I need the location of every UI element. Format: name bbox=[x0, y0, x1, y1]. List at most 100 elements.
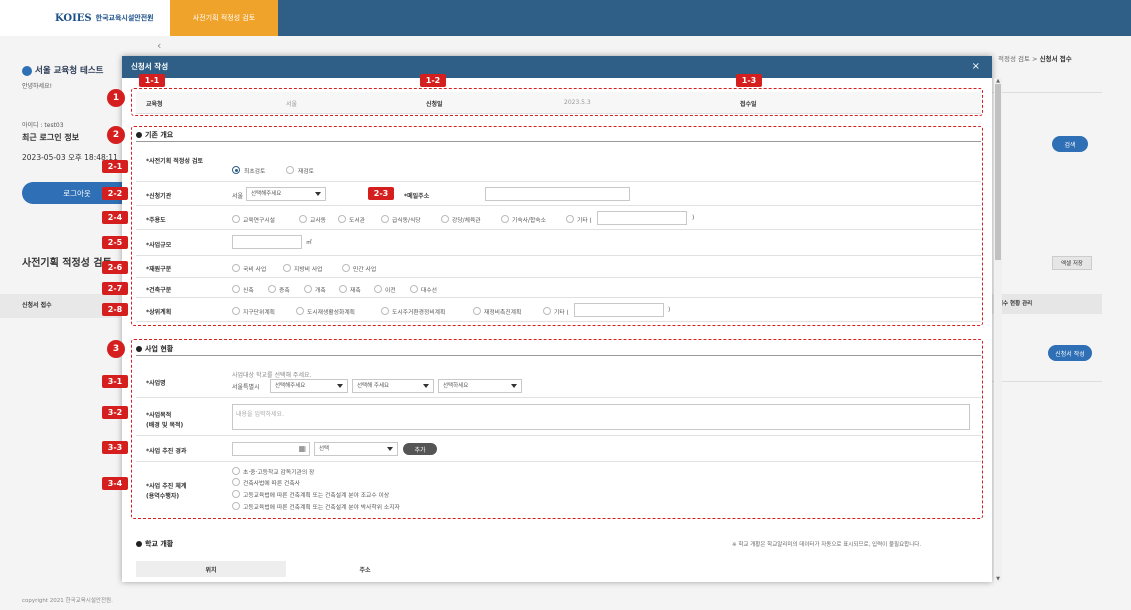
progress-select[interactable]: 선택 bbox=[314, 442, 398, 456]
last-login-label: 최근 로그인 정보 bbox=[22, 133, 80, 142]
org-select[interactable]: 선택해주세요 bbox=[246, 187, 326, 201]
biz-select-1[interactable]: 선택해주세요 bbox=[270, 379, 348, 393]
add-button[interactable]: 추가 bbox=[403, 443, 437, 455]
annotation-box-1 bbox=[131, 88, 983, 116]
purpose-textarea[interactable]: 내용을 입력하세요. bbox=[232, 404, 970, 430]
annotation-badge-2-1: 2-1 bbox=[102, 160, 128, 173]
logo[interactable]: KOIES 한국교육시설안전원 bbox=[0, 0, 170, 36]
plan-opt-radio[interactable] bbox=[232, 307, 240, 315]
build-opt-radio[interactable] bbox=[268, 285, 276, 293]
plan-opt-radio[interactable] bbox=[543, 307, 551, 315]
calendar-icon[interactable]: ▦ bbox=[298, 444, 306, 453]
fund-opt-radio[interactable] bbox=[232, 264, 240, 272]
chevron-down-icon bbox=[511, 384, 517, 388]
use-opt-radio[interactable] bbox=[566, 215, 574, 223]
radio-first-review[interactable] bbox=[232, 166, 240, 174]
search-button[interactable]: 검색 bbox=[1052, 136, 1088, 152]
left-panel: 서울 교육청 테스트 안녕하세요! 아이디 : test03 최근 로그인 정보… bbox=[0, 36, 132, 610]
plan-opt-label: 기타 ( bbox=[554, 310, 569, 316]
build-opt-radio[interactable] bbox=[410, 285, 418, 293]
annotation-badge-3-2: 3-2 bbox=[102, 406, 128, 419]
modal-scrollbar[interactable]: ▲ ▼ bbox=[994, 78, 1002, 582]
purpose-label: *사업목적 bbox=[146, 412, 172, 419]
fund-label: *재원구분 bbox=[146, 266, 172, 273]
right-background: 적정성 검토 > 신청서 접수 검색 엑셀 저장 접수 현황 관리 신청서 작성 bbox=[992, 36, 1131, 610]
chevron-down-icon bbox=[337, 384, 343, 388]
chevron-down-icon bbox=[387, 447, 393, 451]
top-tab-prereview[interactable]: 사전기획 적정성 검토 bbox=[170, 0, 278, 36]
re-review-label: 재검토 bbox=[298, 169, 314, 175]
divider bbox=[992, 381, 1102, 382]
biz-name-hint: 사업대상 학교를 선택해 주세요. bbox=[232, 372, 312, 379]
plan-opt-radio[interactable] bbox=[381, 307, 389, 315]
annotation-badge-2-2: 2-2 bbox=[102, 187, 128, 200]
scale-label: *사업규모 bbox=[146, 242, 172, 249]
email-label: *메일주소 bbox=[404, 193, 430, 200]
fund-opt-label: 지방비 사업 bbox=[294, 267, 323, 273]
table-header: 접수 현황 관리 bbox=[992, 294, 1102, 314]
build-opt-radio[interactable] bbox=[232, 285, 240, 293]
plan-other-input[interactable] bbox=[574, 303, 664, 317]
build-label: *건축구분 bbox=[146, 287, 172, 294]
annotation-badge-3: 3 bbox=[107, 340, 125, 358]
annotation-badge-3-1: 3-1 bbox=[102, 375, 128, 388]
biz-select-3[interactable]: 선택하세요 bbox=[438, 379, 522, 393]
use-opt-radio[interactable] bbox=[338, 215, 346, 223]
annotation-badge-1-2: 1-2 bbox=[420, 74, 446, 87]
use-opt-radio[interactable] bbox=[501, 215, 509, 223]
biz-select-3-value: 선택하세요 bbox=[443, 383, 469, 389]
divider bbox=[992, 92, 1102, 93]
build-opt-radio[interactable] bbox=[339, 285, 347, 293]
modal-header: 신청서 작성 bbox=[122, 56, 992, 78]
annotation-badge-1-3: 1-3 bbox=[736, 74, 762, 87]
annotation-badge-2-7: 2-7 bbox=[102, 282, 128, 295]
plan-opt-radio[interactable] bbox=[473, 307, 481, 315]
purpose-placeholder: 내용을 입력하세요. bbox=[236, 411, 284, 418]
system-opt-radio[interactable] bbox=[232, 467, 240, 475]
plan-opt-label: 도시주거환경정비계획 bbox=[392, 310, 446, 316]
fund-opt-radio[interactable] bbox=[342, 264, 350, 272]
use-opt-radio[interactable] bbox=[299, 215, 307, 223]
chevron-down-icon bbox=[315, 192, 321, 196]
row-review bbox=[136, 142, 981, 182]
breadcrumb-parent[interactable]: 적정성 검토 > bbox=[998, 55, 1037, 63]
chevron-down-icon bbox=[423, 384, 429, 388]
use-opt-radio[interactable] bbox=[381, 215, 389, 223]
progress-select-value: 선택 bbox=[319, 446, 330, 452]
annotation-badge-1: 1 bbox=[107, 89, 125, 107]
system-opt-radio[interactable] bbox=[232, 490, 240, 498]
system-opt-radio[interactable] bbox=[232, 502, 240, 510]
write-application-button[interactable]: 신청서 작성 bbox=[1048, 345, 1092, 361]
plan-close-paren: ) bbox=[668, 307, 671, 313]
use-opt-label: 교사동 bbox=[310, 218, 326, 224]
org-title-text: 서울 교육청 테스트 bbox=[35, 66, 104, 76]
email-input[interactable] bbox=[485, 187, 630, 201]
modal-title: 신청서 작성 bbox=[131, 62, 169, 71]
copyright: copyright 2021 한국교육시설안전원. bbox=[22, 598, 113, 604]
use-opt-label: 교육연구시설 bbox=[243, 218, 275, 224]
biz-select-2[interactable]: 선택해 주세요 bbox=[352, 379, 434, 393]
use-other-input[interactable] bbox=[597, 211, 687, 225]
system-opt-radio[interactable] bbox=[232, 478, 240, 486]
build-opt-radio[interactable] bbox=[304, 285, 312, 293]
close-icon[interactable]: × bbox=[972, 56, 980, 78]
use-label: *주용도 bbox=[146, 217, 166, 224]
progress-date-input[interactable]: ▦ bbox=[232, 442, 310, 456]
radio-re-review[interactable] bbox=[286, 166, 294, 174]
scroll-down-icon[interactable]: ▼ bbox=[994, 576, 1002, 582]
excel-button[interactable]: 엑셀 저장 bbox=[1052, 256, 1092, 270]
collapse-icon[interactable]: ‹ bbox=[157, 39, 161, 52]
fund-opt-radio[interactable] bbox=[283, 264, 291, 272]
plan-opt-label: 지구단위계획 bbox=[243, 310, 275, 316]
use-opt-radio[interactable] bbox=[232, 215, 240, 223]
school-section-title: 학교 개황 bbox=[136, 539, 173, 549]
build-opt-radio[interactable] bbox=[374, 285, 382, 293]
use-opt-radio[interactable] bbox=[441, 215, 449, 223]
scale-input[interactable] bbox=[232, 235, 302, 249]
fund-opt-label: 민간 사업 bbox=[353, 267, 377, 273]
plan-opt-radio[interactable] bbox=[296, 307, 304, 315]
section-title: 사전기획 적정성 검토 bbox=[22, 258, 112, 269]
org-select-value: 선택해주세요 bbox=[251, 191, 282, 197]
scroll-thumb[interactable] bbox=[995, 84, 1001, 260]
annotation-badge-1-1: 1-1 bbox=[139, 74, 165, 87]
